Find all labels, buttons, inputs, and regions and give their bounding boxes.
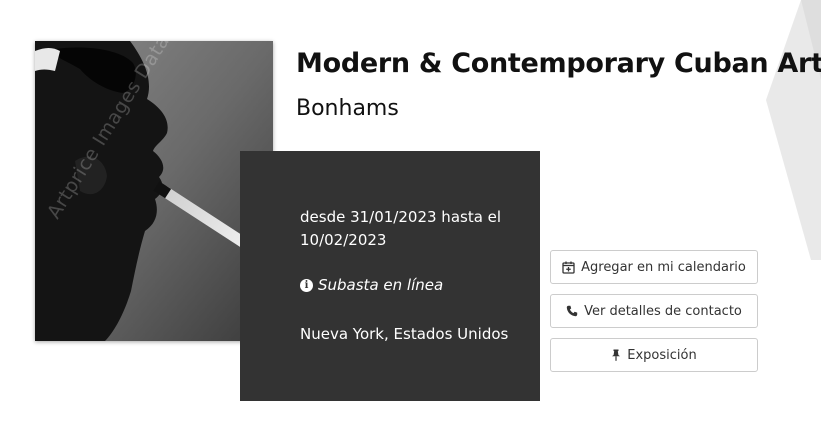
exhibition-label: Exposición [627, 347, 697, 363]
auction-dates: desde 31/01/2023 hasta el 10/02/2023 [300, 208, 502, 249]
decorative-shape [766, 0, 821, 260]
pin-icon [612, 349, 621, 361]
add-to-calendar-button[interactable]: Agregar en mi calendario [550, 250, 758, 284]
auction-location: Nueva York, Estados Unidos [300, 325, 509, 343]
auction-type: i Subasta en línea [300, 276, 443, 294]
auction-info-box: desde 31/01/2023 hasta el 10/02/2023 i S… [240, 151, 540, 401]
artwork-image[interactable]: Artprice Images Database [35, 41, 273, 341]
auction-type-label: Subasta en línea [318, 276, 444, 294]
phone-icon [566, 305, 578, 317]
add-to-calendar-label: Agregar en mi calendario [581, 259, 746, 275]
artwork-photo [35, 41, 273, 341]
auction-title: Modern & Contemporary Cuban Art [296, 48, 821, 79]
contact-details-button[interactable]: Ver detalles de contacto [550, 294, 758, 328]
auction-house[interactable]: Bonhams [296, 96, 399, 121]
info-circle-icon: i [300, 278, 313, 292]
calendar-plus-icon [562, 261, 575, 274]
auction-card: Artprice Images Database Modern & Contem… [0, 0, 821, 430]
exhibition-button[interactable]: Exposición [550, 338, 758, 372]
contact-details-label: Ver detalles de contacto [584, 303, 742, 319]
